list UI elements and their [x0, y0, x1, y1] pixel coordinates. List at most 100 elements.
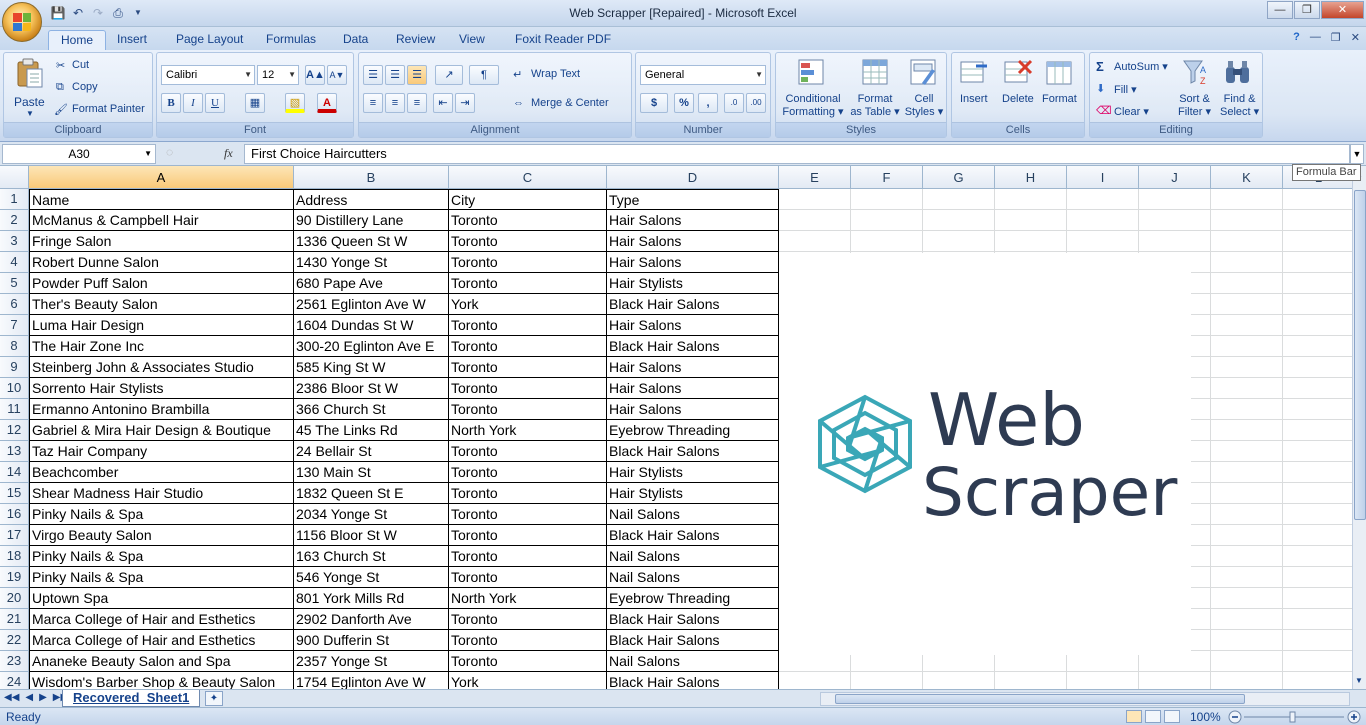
row-header[interactable]: 10 [0, 378, 29, 399]
table-cell[interactable]: Hair Salons [607, 315, 779, 336]
column-header-d[interactable]: D [607, 166, 779, 189]
table-cell[interactable]: Toronto [449, 504, 607, 525]
table-cell[interactable]: North York [449, 588, 607, 609]
table-cell[interactable]: 1336 Queen St W [294, 231, 449, 252]
table-cell[interactable]: Toronto [449, 441, 607, 462]
first-sheet-icon[interactable]: ◀◀ [4, 692, 19, 703]
table-cell[interactable]: Hair Stylists [607, 462, 779, 483]
table-cell[interactable]: Toronto [449, 483, 607, 504]
table-cell[interactable]: Sorrento Hair Stylists [29, 378, 294, 399]
italic-button[interactable]: I [183, 93, 203, 113]
bold-button[interactable]: B [161, 93, 181, 113]
worksheet-grid[interactable]: ABCDEFGHIJKL1234567891011121314151617181… [0, 166, 1352, 689]
header-cell[interactable]: Name [29, 189, 294, 210]
table-cell[interactable]: Hair Salons [607, 231, 779, 252]
row-header[interactable]: 6 [0, 294, 29, 315]
table-cell[interactable]: North York [449, 420, 607, 441]
table-cell[interactable]: Toronto [449, 336, 607, 357]
align-middle-icon[interactable]: ☰ [385, 65, 405, 85]
comma-button[interactable]: , [698, 93, 718, 113]
row-header[interactable]: 24 [0, 672, 29, 689]
column-header-a[interactable]: A [29, 166, 294, 189]
row-header[interactable]: 13 [0, 441, 29, 462]
font-name-select[interactable]: Calibri ▼ [161, 65, 255, 85]
table-cell[interactable]: Black Hair Salons [607, 672, 779, 689]
borders-button[interactable]: ▦ [245, 93, 265, 113]
increase-decimal-icon[interactable]: .0 [724, 93, 744, 113]
zoom-slider[interactable] [1228, 710, 1362, 724]
table-cell[interactable]: Ananeke Beauty Salon and Spa [29, 651, 294, 672]
table-cell[interactable]: Powder Puff Salon [29, 273, 294, 294]
table-cell[interactable]: Robert Dunne Salon [29, 252, 294, 273]
normal-view-icon[interactable] [1126, 710, 1142, 723]
paste-button[interactable]: Paste [14, 95, 45, 109]
row-header[interactable]: 21 [0, 609, 29, 630]
select-all-corner[interactable] [0, 166, 29, 189]
table-cell[interactable]: Toronto [449, 525, 607, 546]
decrease-indent-icon[interactable]: ⇤ [433, 93, 453, 113]
table-cell[interactable]: Toronto [449, 567, 607, 588]
row-header[interactable]: 1 [0, 189, 29, 210]
scroll-down-icon[interactable]: ▼ [1355, 676, 1363, 685]
vertical-scrollbar[interactable]: ▲ ▼ [1352, 166, 1366, 689]
paste-dropdown-icon[interactable]: ▼ [26, 109, 34, 118]
row-header[interactable]: 7 [0, 315, 29, 336]
table-cell[interactable]: 130 Main St [294, 462, 449, 483]
table-cell[interactable]: Nail Salons [607, 651, 779, 672]
shrink-font-button[interactable]: A▼ [327, 65, 347, 85]
zoom-level[interactable]: 100% [1190, 710, 1221, 724]
sheet-tab-recovered-sheet1[interactable]: Recovered_Sheet1 [62, 690, 201, 707]
font-size-select[interactable]: 12 ▼ [257, 65, 299, 85]
expand-formula-bar-icon[interactable]: ▼ [1350, 144, 1364, 164]
wrap-text-button[interactable]: Wrap Text [531, 68, 580, 80]
table-cell[interactable]: Black Hair Salons [607, 294, 779, 315]
table-cell[interactable]: 1604 Dundas St W [294, 315, 449, 336]
help-icon[interactable]: ? [1293, 31, 1300, 44]
table-cell[interactable]: 546 Yonge St [294, 567, 449, 588]
align-bottom-icon[interactable]: ☰ [407, 65, 427, 85]
table-cell[interactable]: 1754 Eglinton Ave W [294, 672, 449, 689]
row-header[interactable]: 8 [0, 336, 29, 357]
row-header[interactable]: 14 [0, 462, 29, 483]
table-cell[interactable]: Toronto [449, 231, 607, 252]
font-color-button[interactable]: A [317, 93, 337, 113]
tab-view[interactable]: View [447, 30, 497, 50]
table-cell[interactable]: Hair Stylists [607, 273, 779, 294]
grow-font-button[interactable]: A▲ [305, 65, 325, 85]
ribbon-restore-icon[interactable]: ❐ [1331, 31, 1341, 44]
table-cell[interactable]: Gabriel & Mira Hair Design & Boutique [29, 420, 294, 441]
format-button[interactable]: Format [1042, 93, 1077, 105]
table-cell[interactable]: Pinky Nails & Spa [29, 546, 294, 567]
table-cell[interactable]: Shear Madness Hair Studio [29, 483, 294, 504]
table-cell[interactable]: Hair Salons [607, 252, 779, 273]
row-header[interactable]: 23 [0, 651, 29, 672]
table-cell[interactable]: Hair Stylists [607, 483, 779, 504]
tab-page-layout[interactable]: Page Layout [164, 30, 255, 50]
table-cell[interactable]: Black Hair Salons [607, 525, 779, 546]
table-cell[interactable]: The Hair Zone Inc [29, 336, 294, 357]
vertical-scroll-thumb[interactable] [1354, 190, 1366, 520]
align-left-icon[interactable]: ≡ [363, 93, 383, 113]
table-cell[interactable]: 24 Bellair St [294, 441, 449, 462]
column-header-f[interactable]: F [851, 166, 923, 189]
table-cell[interactable]: 90 Distillery Lane [294, 210, 449, 231]
table-cell[interactable]: McManus & Campbell Hair [29, 210, 294, 231]
tab-data[interactable]: Data [331, 30, 380, 50]
table-cell[interactable]: Toronto [449, 651, 607, 672]
table-cell[interactable]: Toronto [449, 399, 607, 420]
table-cell[interactable]: Toronto [449, 546, 607, 567]
table-cell[interactable]: Hair Salons [607, 378, 779, 399]
format-painter-button[interactable]: Format Painter [72, 103, 145, 115]
sort-filter-button[interactable]: Sort & Filter ▾ [1178, 93, 1211, 118]
horizontal-scroll-thumb[interactable] [835, 694, 1245, 704]
table-cell[interactable]: 1832 Queen St E [294, 483, 449, 504]
paste-icon[interactable] [14, 57, 46, 89]
tab-insert[interactable]: Insert [105, 30, 159, 50]
insert-sheet-icon[interactable]: ✦ [205, 691, 223, 706]
table-cell[interactable]: Toronto [449, 252, 607, 273]
header-cell[interactable]: Type [607, 189, 779, 210]
autosum-button[interactable]: AutoSum ▾ [1114, 60, 1168, 73]
table-cell[interactable]: Nail Salons [607, 504, 779, 525]
merge-center-button[interactable]: Merge & Center [531, 97, 609, 109]
tab-foxit[interactable]: Foxit Reader PDF [503, 30, 623, 50]
